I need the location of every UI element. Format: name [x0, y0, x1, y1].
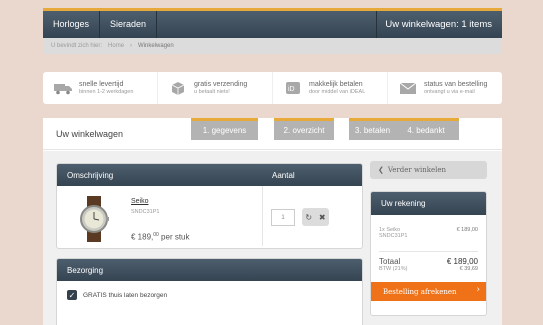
shipping-option-label: GRATIS thuis laten bezorgen: [83, 291, 168, 299]
usp-delivery-sub: binnen 1-2 werkdagen: [79, 89, 134, 95]
breadcrumb-separator: ›: [130, 43, 133, 49]
shipping-option[interactable]: ✓ GRATIS thuis laten bezorgen: [57, 281, 362, 300]
refresh-icon[interactable]: ↻: [305, 213, 312, 222]
column-description: Omschrijving: [67, 170, 114, 180]
step-gegevens[interactable]: 1. gegevens: [191, 118, 258, 140]
continue-shopping-label: Verder winkelen: [387, 166, 446, 174]
breadcrumb-lead: U bevindt zich hier:: [51, 43, 103, 49]
product-price-unit: per stuk: [161, 232, 190, 242]
summary-vat: BTW (21%) € 39,69: [371, 266, 486, 272]
breadcrumb-home[interactable]: Home: [108, 43, 124, 49]
cart-summary-link[interactable]: Uw winkelwagen: 1 items: [376, 11, 502, 38]
quantity-actions: ↻ ✖: [302, 208, 329, 226]
chevron-left-icon: ❮: [378, 166, 384, 174]
checkout-steps-header: Uw winkelwagen 1. gegevens 2. overzicht …: [43, 118, 502, 150]
cart-table: Omschrijving Aantal Seiko SNDC31P1 € 189…: [56, 163, 363, 249]
svg-text:iD: iD: [288, 86, 295, 93]
vat-value: € 39,69: [459, 266, 478, 272]
summary-line-item: 1x Seiko SNDC31P1 € 189,00: [371, 227, 486, 239]
summary-divider: [379, 251, 478, 252]
checkout-label: Bestelling afrekenen: [383, 287, 457, 296]
cart-panel: Uw winkelwagen 1. gegevens 2. overzicht …: [43, 118, 502, 325]
top-navigation: Horloges Sieraden Uw winkelwagen: 1 item…: [43, 8, 502, 38]
breadcrumb-current: Winkelwagen: [138, 43, 174, 49]
total-value: € 189,00: [446, 257, 478, 266]
usp-payment-sub: door middel van iDEAL: [309, 89, 366, 95]
usp-payment-title: makkelijk betalen: [309, 81, 363, 88]
usp-delivery: snelle levertijd binnen 1-2 werkdagen: [43, 72, 158, 104]
mail-icon: [398, 81, 418, 95]
step-bedankt[interactable]: 4. bedankt: [393, 118, 459, 140]
box-icon: [168, 81, 188, 95]
quantity-divider: [262, 186, 263, 246]
remove-icon[interactable]: ✖: [319, 213, 326, 222]
nav-horloges[interactable]: Horloges: [43, 11, 101, 38]
checkbox-checked-icon[interactable]: ✓: [67, 290, 77, 300]
product-price-main: € 189,: [131, 232, 154, 242]
usp-status: status van bestelling ontvangt u via e-m…: [388, 72, 502, 104]
usp-status-title: status van bestelling: [424, 81, 488, 88]
usp-delivery-title: snelle levertijd: [79, 81, 124, 88]
truck-icon: [53, 81, 73, 95]
summary-item-price: € 189,00: [456, 227, 478, 233]
summary-item-sku: SNDC31P1: [379, 233, 408, 239]
summary-total: Totaal € 189,00: [371, 257, 486, 266]
usp-bar: snelle levertijd binnen 1-2 werkdagen gr…: [43, 72, 502, 104]
usp-shipping: gratis verzending u betaalt niets!: [158, 72, 273, 104]
product-price-cents: 00: [153, 232, 159, 238]
usp-status-sub: ontvangt u via e-mail: [424, 89, 475, 95]
column-quantity: Aantal: [272, 170, 295, 180]
product-sku: SNDC31P1: [131, 209, 160, 215]
breadcrumb: U bevindt zich hier: Home › Winkelwagen: [43, 38, 502, 54]
product-name[interactable]: Seiko: [131, 198, 149, 205]
checkout-button[interactable]: Bestelling afrekenen ›: [371, 282, 486, 301]
page-title: Uw winkelwagen: [56, 129, 124, 139]
cart-table-header: Omschrijving Aantal: [57, 164, 362, 186]
cart-content: Omschrijving Aantal Seiko SNDC31P1 € 189…: [43, 151, 502, 325]
usp-payment: iD makkelijk betalen door middel van iDE…: [273, 72, 388, 104]
chevron-right-icon: ›: [476, 285, 480, 295]
step-betalen[interactable]: 3. betalen: [349, 118, 396, 140]
shipping-box: Bezorging ✓ GRATIS thuis laten bezorgen: [56, 258, 363, 325]
ideal-icon: iD: [283, 81, 303, 95]
usp-shipping-title: gratis verzending: [194, 81, 248, 88]
usp-shipping-sub: u betaalt niets!: [194, 89, 230, 95]
product-image[interactable]: [75, 196, 113, 242]
account-header: Uw rekening: [371, 192, 486, 215]
nav-sieraden[interactable]: Sieraden: [100, 11, 158, 38]
step-overzicht[interactable]: 2. overzicht: [274, 118, 334, 140]
shipping-header: Bezorging: [57, 259, 362, 281]
product-price: € 189,00 per stuk: [131, 232, 190, 242]
quantity-input[interactable]: 1: [271, 209, 295, 226]
continue-shopping-button[interactable]: ❮ Verder winkelen: [370, 161, 487, 179]
account-summary: Uw rekening 1x Seiko SNDC31P1 € 189,00 T…: [370, 191, 487, 316]
